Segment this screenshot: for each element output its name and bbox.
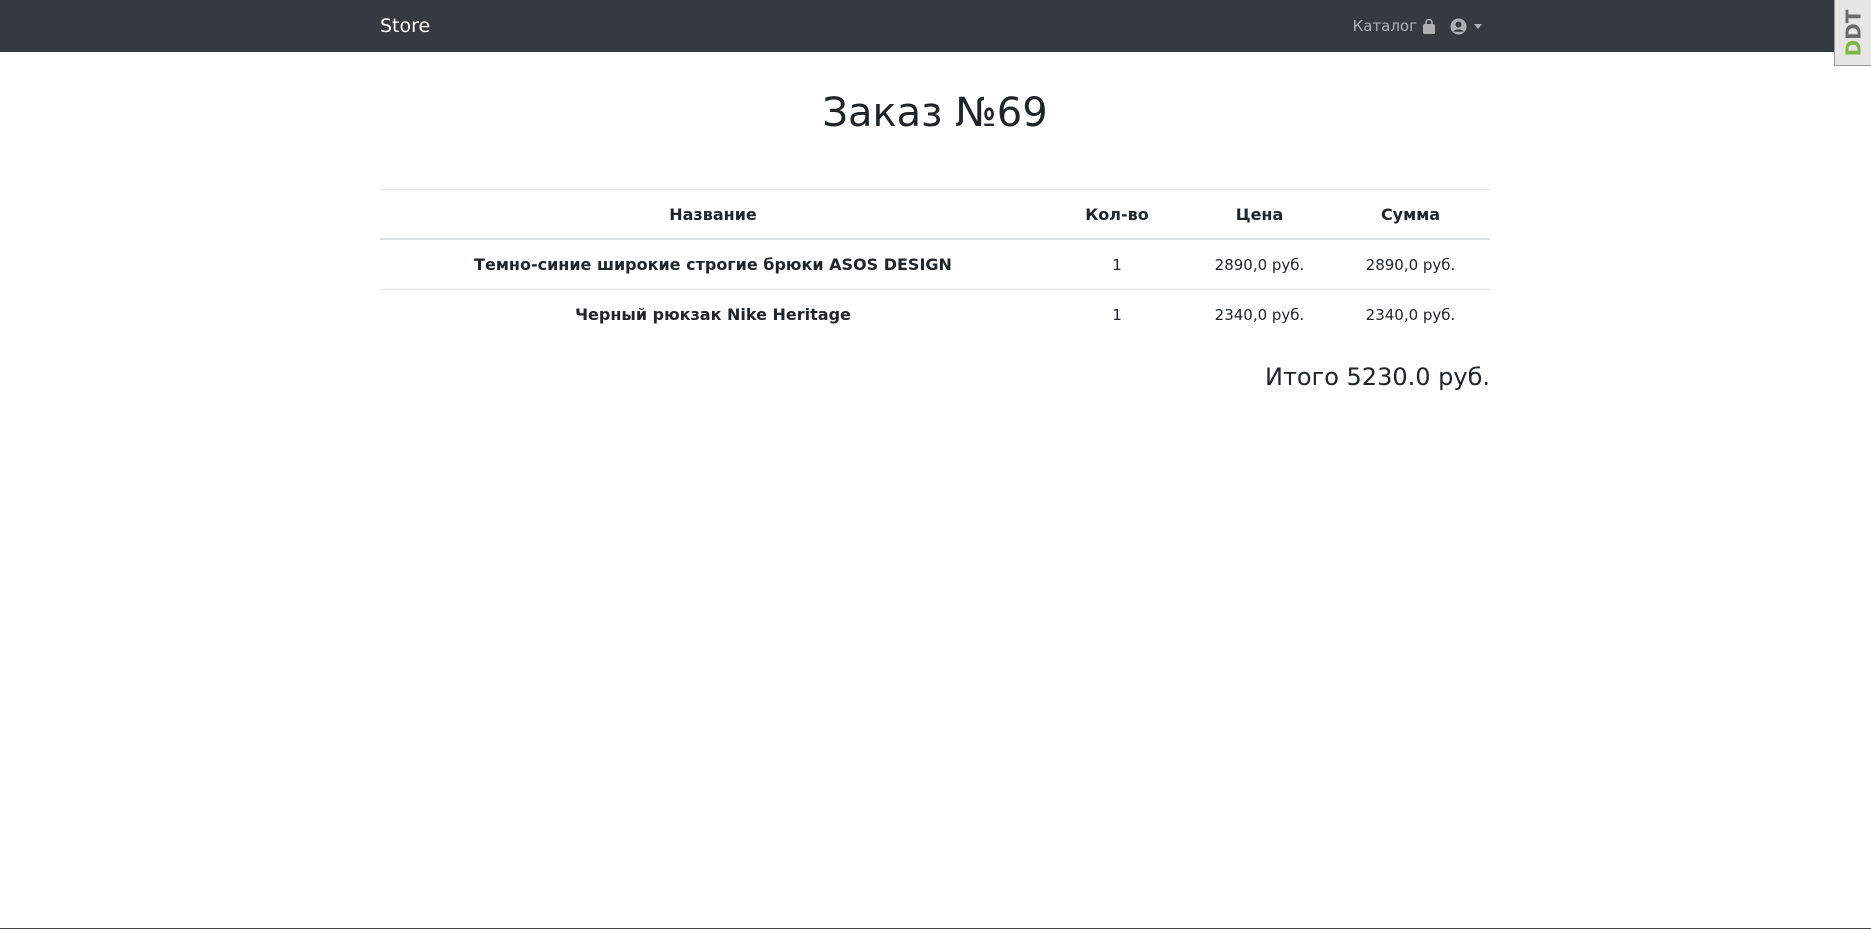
item-sum: 2340,0 руб. <box>1365 305 1456 324</box>
main-content: Заказ №69 Название Кол-во Цена Сумма Тем… <box>380 52 1490 393</box>
item-name: Черный рюкзак Nike Heritage <box>575 305 851 324</box>
order-total: Итого 5230.0 руб. <box>1264 363 1490 391</box>
catalog-label: Каталог <box>1352 17 1417 35</box>
column-header-qty: Кол-во <box>1046 189 1188 240</box>
debug-toolbar-label: DDT <box>1841 9 1866 56</box>
chevron-down-icon <box>1474 23 1482 29</box>
shopping-bag-icon <box>1422 18 1436 34</box>
item-sum: 2890,0 руб. <box>1331 239 1490 290</box>
debug-toolbar-handle[interactable]: DDT <box>1834 0 1871 66</box>
catalog-link[interactable]: Каталог <box>1353 17 1436 35</box>
user-circle-icon <box>1450 18 1467 35</box>
brand-link[interactable]: Store <box>380 15 430 37</box>
item-price: 2340,0 руб. <box>1214 305 1305 324</box>
column-header-sum: Сумма <box>1331 189 1490 240</box>
order-items-table: Название Кол-во Цена Сумма Темно-синие ш… <box>380 189 1490 339</box>
page: Store Каталог DDT Заказ №69 Название Кол… <box>0 0 1871 929</box>
table-row: Черный рюкзак Nike Heritage 1 2340,0 руб… <box>380 290 1490 340</box>
page-title: Заказ №69 <box>822 90 1048 136</box>
column-header-price: Цена <box>1188 189 1331 240</box>
item-qty: 1 <box>1046 239 1188 290</box>
user-dropdown-toggle[interactable] <box>1450 18 1482 35</box>
column-header-name: Название <box>380 189 1046 240</box>
table-header-row: Название Кол-во Цена Сумма <box>380 189 1490 240</box>
table-row: Темно-синие широкие строгие брюки ASOS D… <box>380 239 1490 290</box>
item-price: 2890,0 руб. <box>1188 239 1331 290</box>
nav-right: Каталог <box>1353 17 1482 35</box>
item-name: Темно-синие широкие строгие брюки ASOS D… <box>380 239 1046 290</box>
item-qty: 1 <box>1112 305 1122 324</box>
navbar-inner: Store Каталог <box>380 0 1490 52</box>
top-navbar: Store Каталог <box>0 0 1871 52</box>
